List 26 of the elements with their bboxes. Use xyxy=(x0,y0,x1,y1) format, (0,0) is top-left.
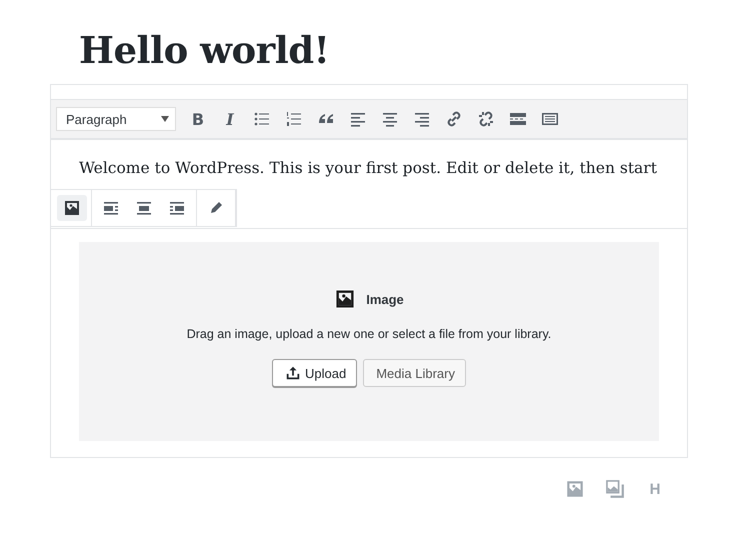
media-library-button[interactable]: Media Library xyxy=(363,359,466,387)
paragraph-text: Welcome to WordPress. This is your first post. Edit or delete it, then start xyxy=(78,158,658,179)
align-center-icon[interactable] xyxy=(381,110,399,128)
italic-button[interactable]: I xyxy=(214,104,246,134)
link-icon[interactable] xyxy=(445,110,463,128)
upload-icon xyxy=(285,365,302,381)
placeholder-title: Image xyxy=(366,292,404,306)
bullet-list-icon[interactable] xyxy=(253,110,271,128)
keyboard-icon[interactable] xyxy=(541,110,559,128)
post-title[interactable]: Hello world! xyxy=(50,0,688,84)
read-more-icon[interactable] xyxy=(509,110,527,128)
upload-button[interactable]: Upload xyxy=(272,359,358,387)
align-right-icon xyxy=(168,199,186,217)
bold-button[interactable]: B xyxy=(182,104,214,134)
format-dropdown[interactable]: Paragraph xyxy=(56,107,176,131)
image-button[interactable] xyxy=(57,195,87,221)
align-right-icon[interactable] xyxy=(413,110,431,128)
image-icon xyxy=(334,288,356,310)
placeholder-instructions: Drag an image, upload a new one or select a file from your library. xyxy=(186,327,552,341)
image-icon xyxy=(63,199,81,217)
align-center-icon xyxy=(135,199,153,217)
align-left-icon[interactable] xyxy=(349,110,367,128)
numbered-list-icon[interactable] xyxy=(285,110,303,128)
unlink-icon[interactable] xyxy=(477,110,495,128)
caret-icon xyxy=(161,116,169,122)
align-left-icon xyxy=(102,199,120,217)
